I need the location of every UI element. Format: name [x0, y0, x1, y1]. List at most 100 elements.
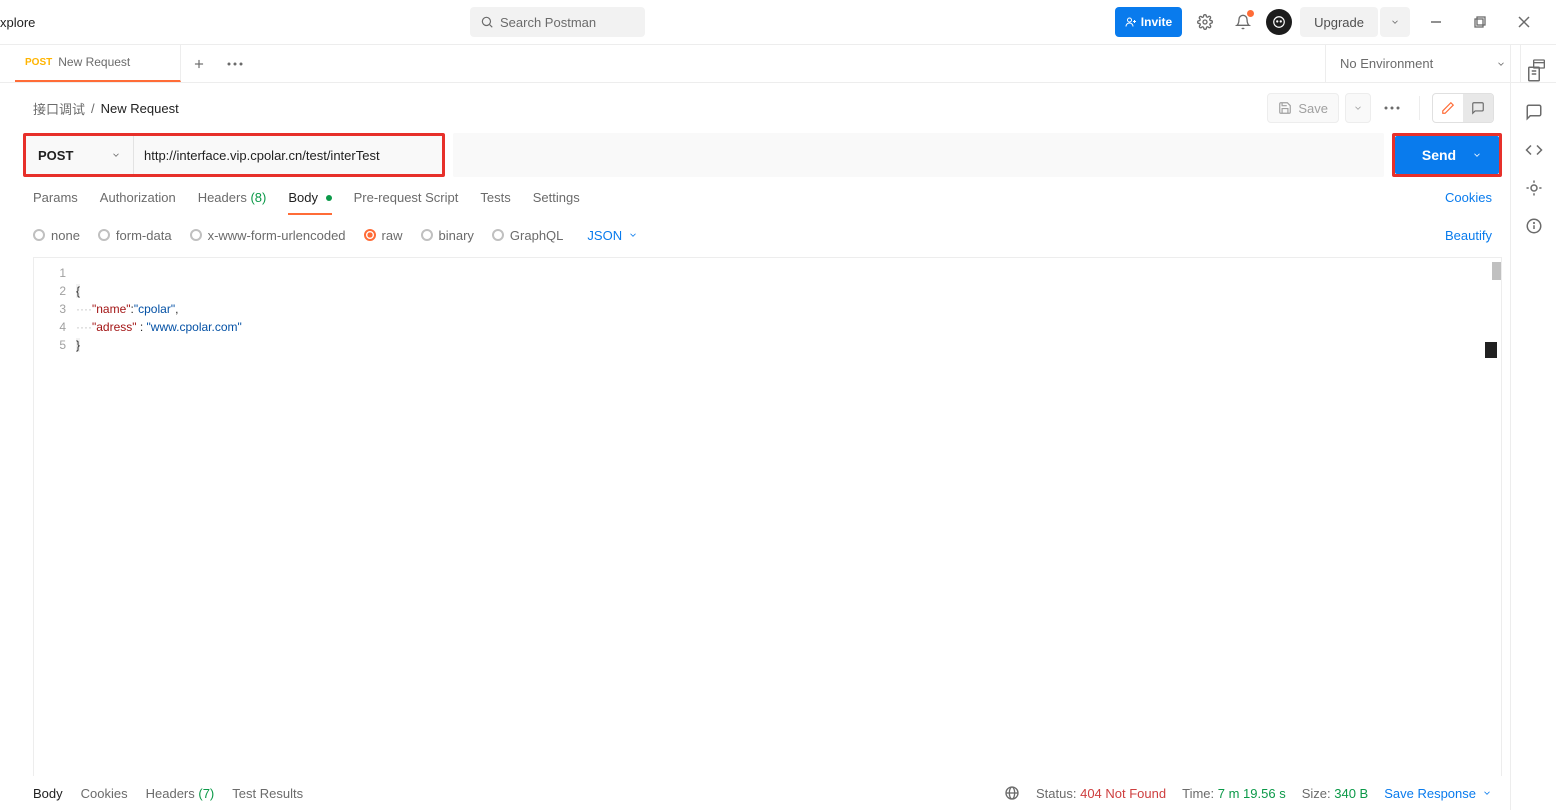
tab-method: POST — [25, 57, 52, 68]
right-rail — [1510, 45, 1556, 810]
bodytype-binary[interactable]: binary — [421, 228, 474, 243]
invite-icon — [1125, 16, 1137, 28]
editor-code[interactable]: {····"name":"cpolar",····"adress" : "www… — [76, 258, 1501, 809]
tab-body[interactable]: Body — [288, 180, 331, 215]
indent-guide: ···· — [76, 320, 92, 334]
method-select[interactable]: POST — [26, 136, 134, 174]
nav-xplore[interactable]: xplore — [0, 15, 35, 30]
tab-params[interactable]: Params — [33, 180, 78, 215]
url-row: POST http://interface.vip.cpolar.cn/test… — [15, 133, 1510, 177]
smart-icon[interactable] — [1525, 179, 1543, 197]
send-button[interactable]: Send — [1395, 136, 1499, 174]
body-editor[interactable]: 1 2 3 4 5 {····"name":"cpolar",····"adre… — [33, 257, 1502, 810]
chevron-down-icon — [1472, 150, 1482, 160]
breadcrumb-current: New Request — [101, 101, 179, 116]
window-close[interactable] — [1506, 7, 1542, 37]
edit-mode-group — [1432, 93, 1494, 123]
comments-icon[interactable] — [1525, 103, 1543, 121]
save-response-button[interactable]: Save Response — [1384, 786, 1492, 801]
notification-dot — [1247, 10, 1254, 17]
request-tab[interactable]: POST New Request — [15, 44, 181, 82]
more-icon — [227, 62, 243, 66]
tab-settings[interactable]: Settings — [533, 180, 580, 215]
resp-headers-label: Headers — [146, 786, 195, 801]
bodytype-raw-label: raw — [382, 228, 403, 243]
line-num: 2 — [34, 282, 66, 300]
search-placeholder: Search Postman — [500, 15, 596, 30]
body-changed-dot — [326, 195, 332, 201]
status-label: Status: — [1036, 786, 1076, 801]
tab-more-button[interactable] — [217, 45, 253, 82]
resp-tab-headers[interactable]: Headers (7) — [146, 786, 215, 801]
chevron-down-icon — [1482, 788, 1492, 798]
tab-headers-count: (8) — [250, 190, 266, 205]
docs-icon[interactable] — [1525, 65, 1543, 83]
breadcrumb-folder[interactable]: 接口调试 — [33, 99, 85, 118]
tab-tests[interactable]: Tests — [480, 180, 510, 215]
time-field: Time: 7 m 19.56 s — [1182, 786, 1286, 801]
bodytype-formdata[interactable]: form-data — [98, 228, 172, 243]
settings-icon[interactable] — [1190, 7, 1220, 37]
tab-bar: POST New Request No Environment — [0, 45, 1556, 83]
save-dropdown[interactable] — [1345, 93, 1371, 123]
code-brace: } — [76, 338, 80, 352]
bodytype-xwww[interactable]: x-www-form-urlencoded — [190, 228, 346, 243]
invite-button[interactable]: Invite — [1115, 7, 1182, 37]
bodytype-none[interactable]: none — [33, 228, 80, 243]
edit-pencil-button[interactable] — [1433, 94, 1463, 122]
code-key: "adress" — [92, 320, 137, 334]
chevron-down-icon — [1390, 17, 1400, 27]
code-string: "www.cpolar.com" — [147, 320, 242, 334]
notifications-icon[interactable] — [1228, 7, 1258, 37]
environment-label: No Environment — [1340, 56, 1433, 71]
resp-tab-testresults[interactable]: Test Results — [232, 786, 303, 801]
beautify-link[interactable]: Beautify — [1445, 228, 1492, 243]
new-tab-button[interactable] — [181, 45, 217, 82]
window-minimize[interactable] — [1418, 7, 1454, 37]
tab-headers[interactable]: Headers (8) — [198, 180, 267, 215]
status-field: Status: 404 Not Found — [1036, 786, 1166, 801]
globe-icon[interactable] — [1004, 785, 1020, 801]
code-brace: { — [76, 284, 80, 298]
request-more-button[interactable] — [1377, 93, 1407, 123]
environment-select[interactable]: No Environment — [1325, 45, 1520, 82]
upgrade-button[interactable]: Upgrade — [1300, 7, 1378, 37]
bot-icon[interactable] — [1266, 9, 1292, 35]
cookies-link[interactable]: Cookies — [1445, 190, 1492, 205]
tab-body-label: Body — [288, 190, 318, 205]
request-subtabs: Params Authorization Headers (8) Body Pr… — [15, 177, 1510, 217]
code-icon[interactable] — [1525, 141, 1543, 159]
search-input[interactable]: Search Postman — [470, 7, 645, 37]
time-value: 7 m 19.56 s — [1218, 786, 1286, 801]
save-response-label: Save Response — [1384, 786, 1476, 801]
bodytype-formdata-label: form-data — [116, 228, 172, 243]
raw-format-select[interactable]: JSON — [587, 228, 638, 243]
window-maximize[interactable] — [1462, 7, 1498, 37]
tab-authorization[interactable]: Authorization — [100, 180, 176, 215]
url-input[interactable]: http://interface.vip.cpolar.cn/test/inte… — [134, 136, 442, 174]
edit-comment-button[interactable] — [1463, 94, 1493, 122]
url-gap[interactable] — [453, 133, 1384, 177]
url-group: POST http://interface.vip.cpolar.cn/test… — [23, 133, 445, 177]
time-label: Time: — [1182, 786, 1214, 801]
send-wrap: Send — [1392, 133, 1502, 177]
code-key: "name" — [92, 302, 131, 316]
scrollbar-thumb[interactable] — [1492, 262, 1501, 280]
search-icon — [480, 15, 494, 29]
resp-tab-cookies[interactable]: Cookies — [81, 786, 128, 801]
bodytype-raw[interactable]: raw — [364, 228, 403, 243]
upgrade-dropdown[interactable] — [1380, 7, 1410, 37]
tab-prerequest[interactable]: Pre-request Script — [354, 180, 459, 215]
info-icon[interactable] — [1525, 217, 1543, 235]
save-button[interactable]: Save — [1267, 93, 1339, 123]
chevron-down-icon — [628, 230, 638, 240]
resp-tab-body[interactable]: Body — [33, 786, 63, 801]
chevron-down-icon — [1496, 59, 1506, 69]
plus-icon — [192, 57, 206, 71]
raw-format-label: JSON — [587, 228, 622, 243]
chevron-down-icon — [111, 150, 121, 160]
bodytype-graphql[interactable]: GraphQL — [492, 228, 563, 243]
divider — [1419, 96, 1420, 120]
breadcrumb-row: 接口调试 / New Request Save — [15, 83, 1510, 133]
code-comma: , — [175, 302, 178, 316]
